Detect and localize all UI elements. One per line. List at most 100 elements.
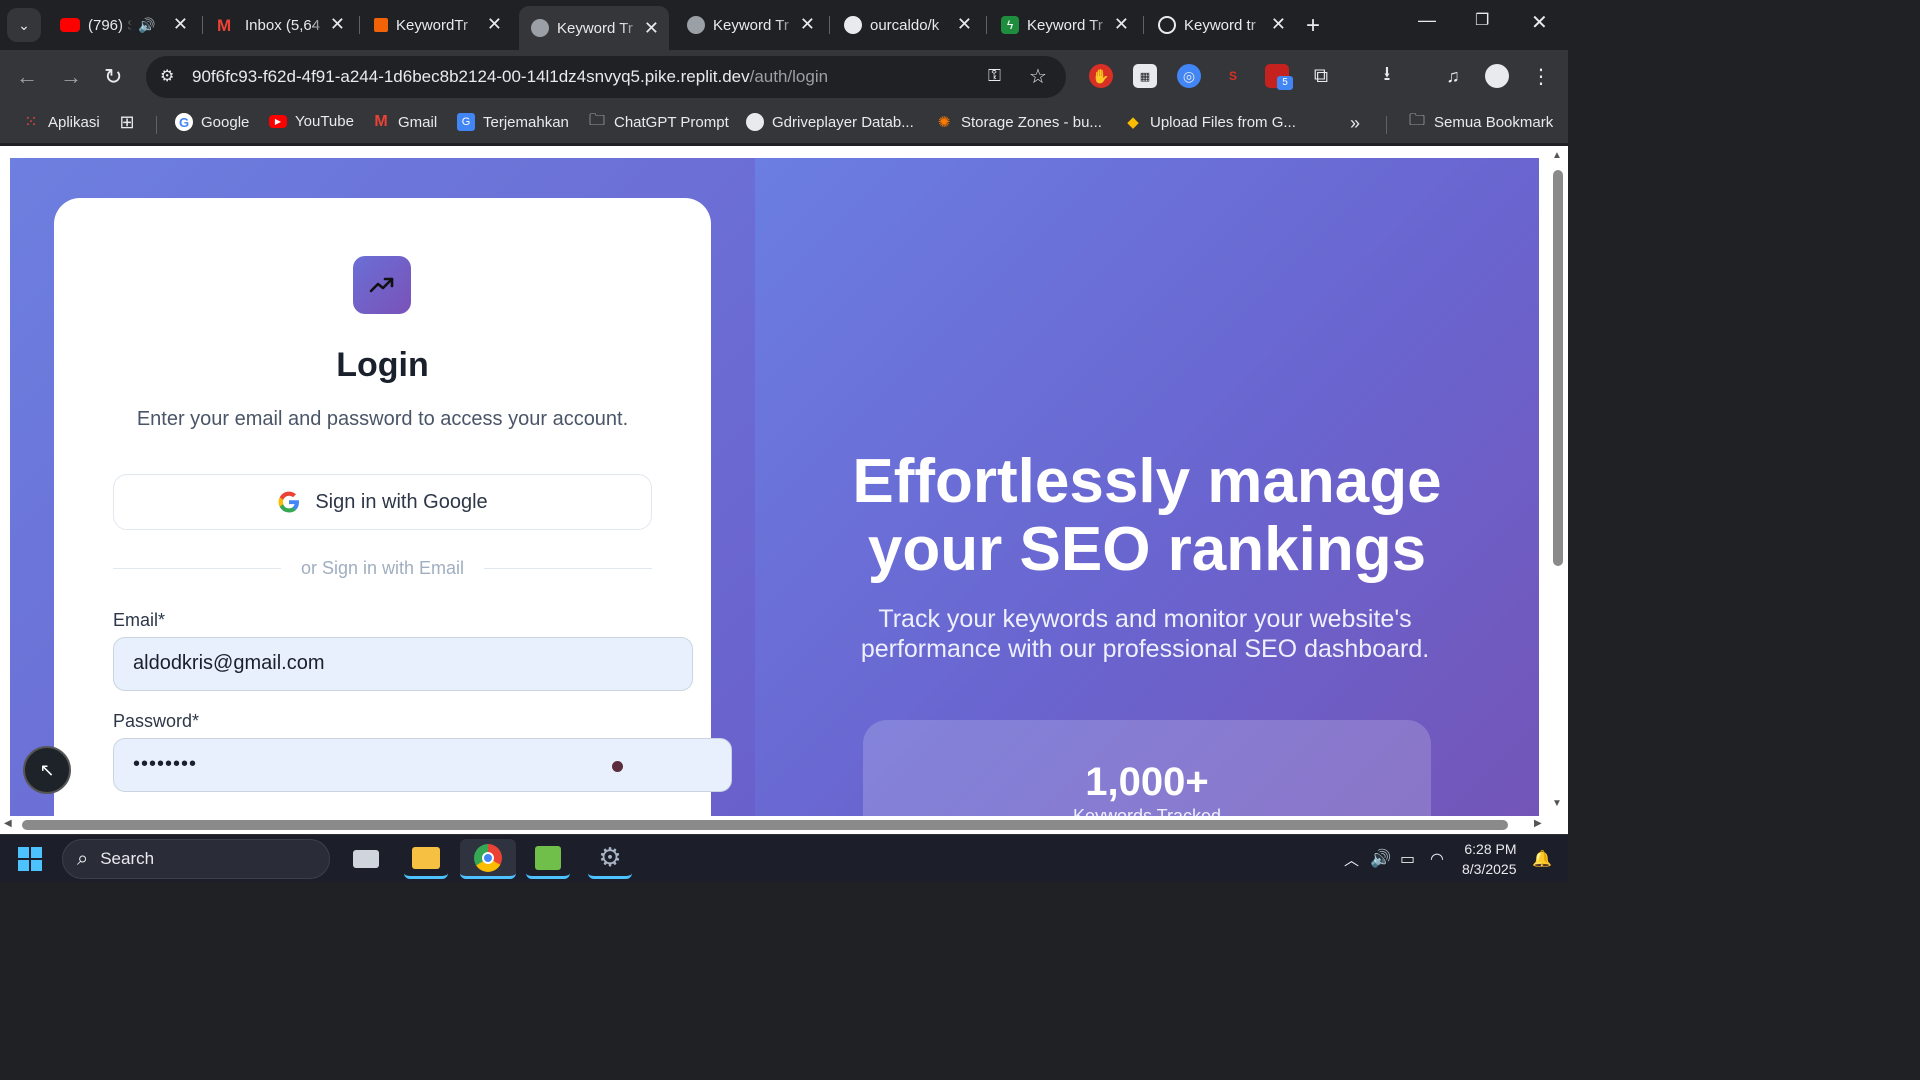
volume-icon[interactable]: 🔊 [1370, 849, 1391, 869]
close-icon[interactable]: ✕ [957, 14, 972, 35]
apps-grid-icon: ⁙ [24, 114, 38, 131]
floating-action-button[interactable]: ↖ [23, 746, 71, 794]
bookmark-gmail[interactable]: M Gmail [372, 113, 437, 131]
close-icon[interactable]: ✕ [330, 14, 345, 35]
close-icon[interactable]: ✕ [487, 14, 502, 35]
settings-gear-icon[interactable]: ⚙ [588, 839, 632, 879]
clock-time: 6:28 PM [1464, 841, 1517, 857]
bookmark-tab-groups[interactable]: ⊞ [118, 112, 144, 132]
hero-subtitle-line-2: performance with our professional SEO da… [860, 635, 1430, 663]
bookmark-google[interactable]: G Google [175, 113, 249, 131]
extensions-puzzle-icon[interactable]: ⧉ [1309, 64, 1333, 88]
download-icon[interactable]: ⭳ [1375, 63, 1399, 88]
tab-keyword-active[interactable]: Keyword Tr ✕ [519, 6, 669, 50]
stat-value: 1,000+ [1085, 760, 1209, 804]
close-icon[interactable]: ✕ [800, 14, 815, 35]
login-title: Login [336, 346, 429, 384]
wifi-icon[interactable]: ◠ [1430, 849, 1444, 869]
bookmark-all-bookmarks[interactable]: 🗀 Semua Bookmark [1408, 111, 1553, 131]
file-explorer-icon[interactable] [404, 839, 448, 879]
battery-icon[interactable]: ▭ [1400, 849, 1415, 869]
tab-keyword-bolt[interactable]: ϟ Keyword Tr ✕ [989, 8, 1139, 42]
password-field[interactable]: •••••••• [113, 738, 732, 792]
bookmarks-bar: ⁙ Aplikasi ⊞ G Google ▶ YouTube M Gmail … [0, 104, 1568, 144]
divider-text: or Sign in with Email [300, 558, 465, 578]
chatgpt-icon [1158, 16, 1176, 34]
tray-overflow-chevron-icon[interactable]: ︿ [1344, 849, 1359, 870]
tab-gmail[interactable]: M Inbox (5,64 ✕ [205, 8, 355, 42]
address-bar[interactable]: ⚙ 90f6fc93-f62d-4f91-a244-1d6bec8b2124-0… [146, 56, 1066, 98]
key-icon[interactable]: ⚿ [988, 66, 1001, 86]
bookmark-gdriveplayer[interactable]: Gdriveplayer Datab... [746, 113, 914, 131]
close-icon[interactable]: ✕ [1114, 14, 1129, 35]
bookmark-upload-files[interactable]: ◆ Upload Files from G... [1124, 113, 1296, 132]
speaker-icon[interactable]: 🔊 [138, 17, 155, 34]
bookmark-star-icon[interactable]: ☆ [1029, 64, 1047, 89]
seo-extension-icon[interactable]: S [1221, 64, 1245, 88]
task-view-icon[interactable] [344, 839, 388, 879]
vertical-scroll-thumb[interactable] [1553, 170, 1563, 566]
reload-icon[interactable]: ↻ [104, 64, 122, 90]
horizontal-scrollbar[interactable]: ◀ ▶ [0, 816, 1568, 834]
scroll-up-icon[interactable]: ▲ [1552, 150, 1562, 161]
email-field[interactable]: aldodkris@gmail.com [113, 637, 693, 691]
shield-extension-icon[interactable]: 5 [1265, 64, 1293, 90]
horizontal-scroll-thumb[interactable] [22, 820, 1508, 830]
tab-chatgpt[interactable]: Keyword tr ✕ [1146, 8, 1296, 42]
new-tab-button[interactable]: + [1306, 12, 1320, 40]
photos-app-icon[interactable] [526, 839, 570, 879]
system-clock[interactable]: 6:28 PM 8/3/2025 [1462, 839, 1517, 879]
folder-icon: 🗀 [1408, 111, 1425, 129]
search-icon: ⌕ [77, 847, 89, 870]
start-button[interactable] [8, 839, 52, 879]
restore-icon[interactable]: ❐ [1475, 10, 1489, 30]
hero-subtitle-line-1: Track your keywords and monitor your web… [878, 605, 1412, 633]
bookmarks-overflow-chevron-icon[interactable]: » [1350, 113, 1360, 134]
tab-replit[interactable]: KeywordTr ✕ [362, 8, 512, 42]
bookmark-youtube[interactable]: ▶ YouTube [269, 113, 354, 130]
google-sign-in-button[interactable]: Sign in with Google [113, 474, 652, 530]
minimize-icon[interactable]: — [1418, 10, 1436, 31]
bookmark-terjemahkan[interactable]: G Terjemahkan [457, 113, 569, 131]
bookmark-aplikasi[interactable]: ⁙ Aplikasi [22, 113, 99, 132]
extension-badge: 5 [1277, 76, 1293, 90]
qr-code-extension-icon[interactable]: ▦ [1133, 64, 1157, 88]
scroll-right-icon[interactable]: ▶ [1534, 818, 1542, 829]
tab-strip: ⌄ (796) S 🔊 ✕ M Inbox (5,64 ✕ KeywordTr … [0, 0, 1568, 50]
close-icon[interactable]: ✕ [1271, 14, 1286, 35]
scroll-down-icon[interactable]: ▼ [1552, 798, 1562, 809]
tab-search-button[interactable]: ⌄ [7, 8, 41, 42]
login-subtitle: Enter your email and password to access … [136, 408, 629, 430]
close-icon[interactable]: ✕ [644, 18, 659, 39]
tab-github[interactable]: ourcaldo/k ✕ [832, 8, 982, 42]
profile-avatar[interactable] [1485, 64, 1509, 88]
trending-up-icon [369, 277, 394, 293]
bookmark-chatgpt-prompt[interactable]: 🗀 ChatGPT Prompt [588, 112, 729, 131]
forward-arrow-icon[interactable]: → [60, 64, 82, 90]
tab-keyword[interactable]: Keyword Tr ✕ [675, 8, 825, 42]
password-label: Password* [113, 711, 200, 731]
menu-kebab-icon[interactable]: ⋮ [1529, 64, 1553, 88]
back-arrow-icon[interactable]: ← [16, 64, 38, 90]
taskbar-search[interactable]: ⌕ Search [62, 839, 330, 879]
gmail-icon: M [217, 16, 232, 35]
notification-bell-icon[interactable]: 🔔 [1532, 849, 1552, 869]
chrome-taskbar-icon[interactable] [460, 839, 516, 879]
hero-panel: Effortlessly manage your SEO rankings Tr… [755, 158, 1539, 816]
media-control-icon[interactable]: ♫ [1441, 64, 1465, 88]
site-info-icon[interactable]: ⚙ [160, 66, 174, 86]
tab-youtube[interactable]: (796) S 🔊 ✕ [48, 8, 198, 42]
adblock-extension-icon[interactable]: ✋ [1089, 64, 1113, 88]
url-text[interactable]: 90f6fc93-f62d-4f91-a244-1d6bec8b2124-00-… [192, 67, 828, 87]
vpn-extension-icon[interactable]: ◎ [1177, 64, 1201, 88]
bookmark-storage-zones[interactable]: ✺ Storage Zones - bu... [935, 113, 1102, 132]
page-viewport: Login Enter your email and password to a… [0, 146, 1568, 816]
globe-icon [687, 16, 705, 34]
window-close-icon[interactable]: ✕ [1531, 10, 1548, 35]
scroll-left-icon[interactable]: ◀ [4, 818, 12, 829]
vertical-scrollbar[interactable]: ▲ ▼ [1548, 146, 1568, 816]
google-button-label: Sign in with Google [315, 490, 488, 513]
bunny-icon: ✺ [937, 114, 951, 131]
password-reveal-icon[interactable] [612, 761, 623, 772]
close-icon[interactable]: ✕ [173, 14, 188, 35]
